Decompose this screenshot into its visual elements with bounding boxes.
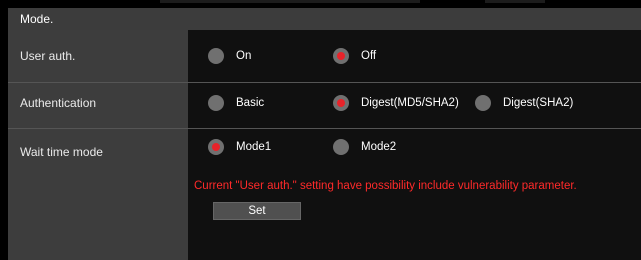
row-divider: [8, 128, 641, 129]
radio-selected-icon[interactable]: [208, 139, 224, 155]
section-header: Mode.: [8, 8, 641, 30]
wait-time-mode-label: Wait time mode: [20, 145, 103, 159]
option-label: Basic: [236, 97, 265, 109]
radio-icon[interactable]: [475, 95, 491, 111]
authentication-digest-sha2-option[interactable]: Digest(SHA2): [475, 95, 573, 111]
radio-icon[interactable]: [208, 48, 224, 64]
top-strip: [0, 0, 641, 8]
user-auth-label: User auth.: [20, 49, 76, 63]
radio-icon[interactable]: [333, 139, 349, 155]
vulnerability-warning: Current "User auth." setting have possib…: [194, 180, 577, 192]
authentication-digest-md5-sha2-option[interactable]: Digest(MD5/SHA2): [333, 95, 459, 111]
option-label: Digest(SHA2): [503, 97, 574, 109]
option-label: Mode1: [236, 141, 272, 153]
set-button[interactable]: Set: [213, 202, 301, 220]
radio-icon[interactable]: [208, 95, 224, 111]
section-title: Mode.: [20, 12, 54, 26]
authentication-basic-option[interactable]: Basic: [208, 95, 264, 111]
option-label: Off: [361, 50, 377, 62]
row-divider: [8, 82, 641, 83]
option-label: Digest(MD5/SHA2): [361, 97, 459, 109]
radio-selected-icon[interactable]: [333, 95, 349, 111]
option-label: On: [236, 50, 252, 62]
wait-time-mode2-option[interactable]: Mode2: [333, 139, 396, 155]
top-strip-segment: [160, 0, 420, 3]
wait-time-mode1-option[interactable]: Mode1: [208, 139, 271, 155]
radio-selected-icon[interactable]: [333, 48, 349, 64]
user-auth-off-option[interactable]: Off: [333, 48, 376, 64]
authentication-label: Authentication: [20, 96, 97, 110]
mode-settings-panel: Mode. User auth. On Off Authentication B…: [8, 8, 641, 260]
user-auth-on-option[interactable]: On: [208, 48, 251, 64]
top-strip-segment: [485, 0, 545, 3]
option-label: Mode2: [361, 141, 397, 153]
